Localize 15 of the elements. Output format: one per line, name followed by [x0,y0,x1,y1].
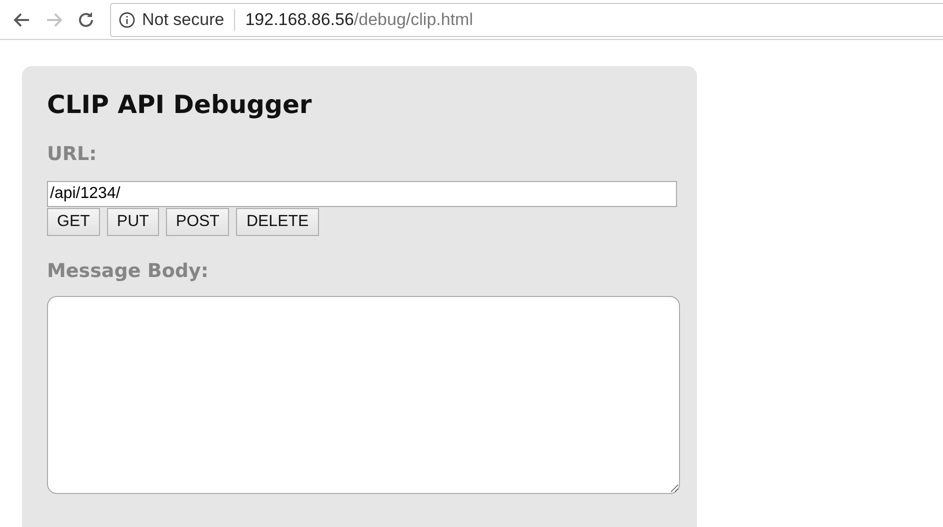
url-path: /debug/clip.html [354,10,473,30]
security-label: Not secure [142,8,236,30]
reload-icon [76,10,96,30]
method-button[interactable]: DELETE [236,208,319,236]
url-host: 192.168.86.56 [245,10,354,30]
message-body-field[interactable] [47,296,680,494]
message-body-label: Message Body: [47,260,208,282]
page-title: CLIP API Debugger [47,90,313,119]
method-button[interactable]: POST [166,208,230,236]
method-button[interactable]: PUT [106,208,159,236]
method-button[interactable]: GET [47,208,100,236]
url-field[interactable]: /api/1234/ [47,181,677,207]
info-icon [119,12,135,28]
url-label: URL: [47,143,97,165]
address-bar[interactable]: Not secure 192.168.86.56/debug/clip.html [110,2,943,36]
